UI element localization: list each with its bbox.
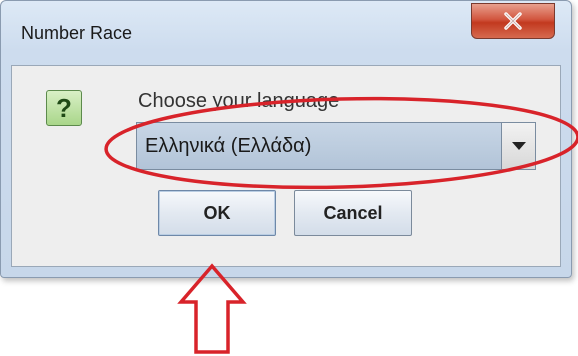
close-icon	[504, 12, 522, 30]
window-title: Number Race	[21, 23, 133, 43]
title-bar[interactable]: Number Race	[1, 1, 571, 65]
ok-button[interactable]: OK	[158, 190, 276, 236]
dialog-content: ? Choose your language Ελληνικά (Ελλάδα)…	[11, 65, 561, 267]
language-select-dropdown-button[interactable]	[501, 123, 535, 169]
language-select-value: Ελληνικά (Ελλάδα)	[145, 135, 312, 157]
up-arrow-annotation	[177, 263, 247, 354]
close-button[interactable]	[471, 3, 555, 39]
cancel-button[interactable]: Cancel	[294, 190, 412, 236]
chevron-down-icon	[511, 142, 526, 150]
dialog-window: Number Race ? Choose your language Ελλην…	[0, 0, 572, 278]
language-select[interactable]: Ελληνικά (Ελλάδα)	[136, 122, 536, 170]
screenshot-stage: Number Race ? Choose your language Ελλην…	[0, 0, 578, 356]
question-icon: ?	[46, 90, 82, 126]
language-prompt-label: Choose your language	[138, 90, 340, 112]
